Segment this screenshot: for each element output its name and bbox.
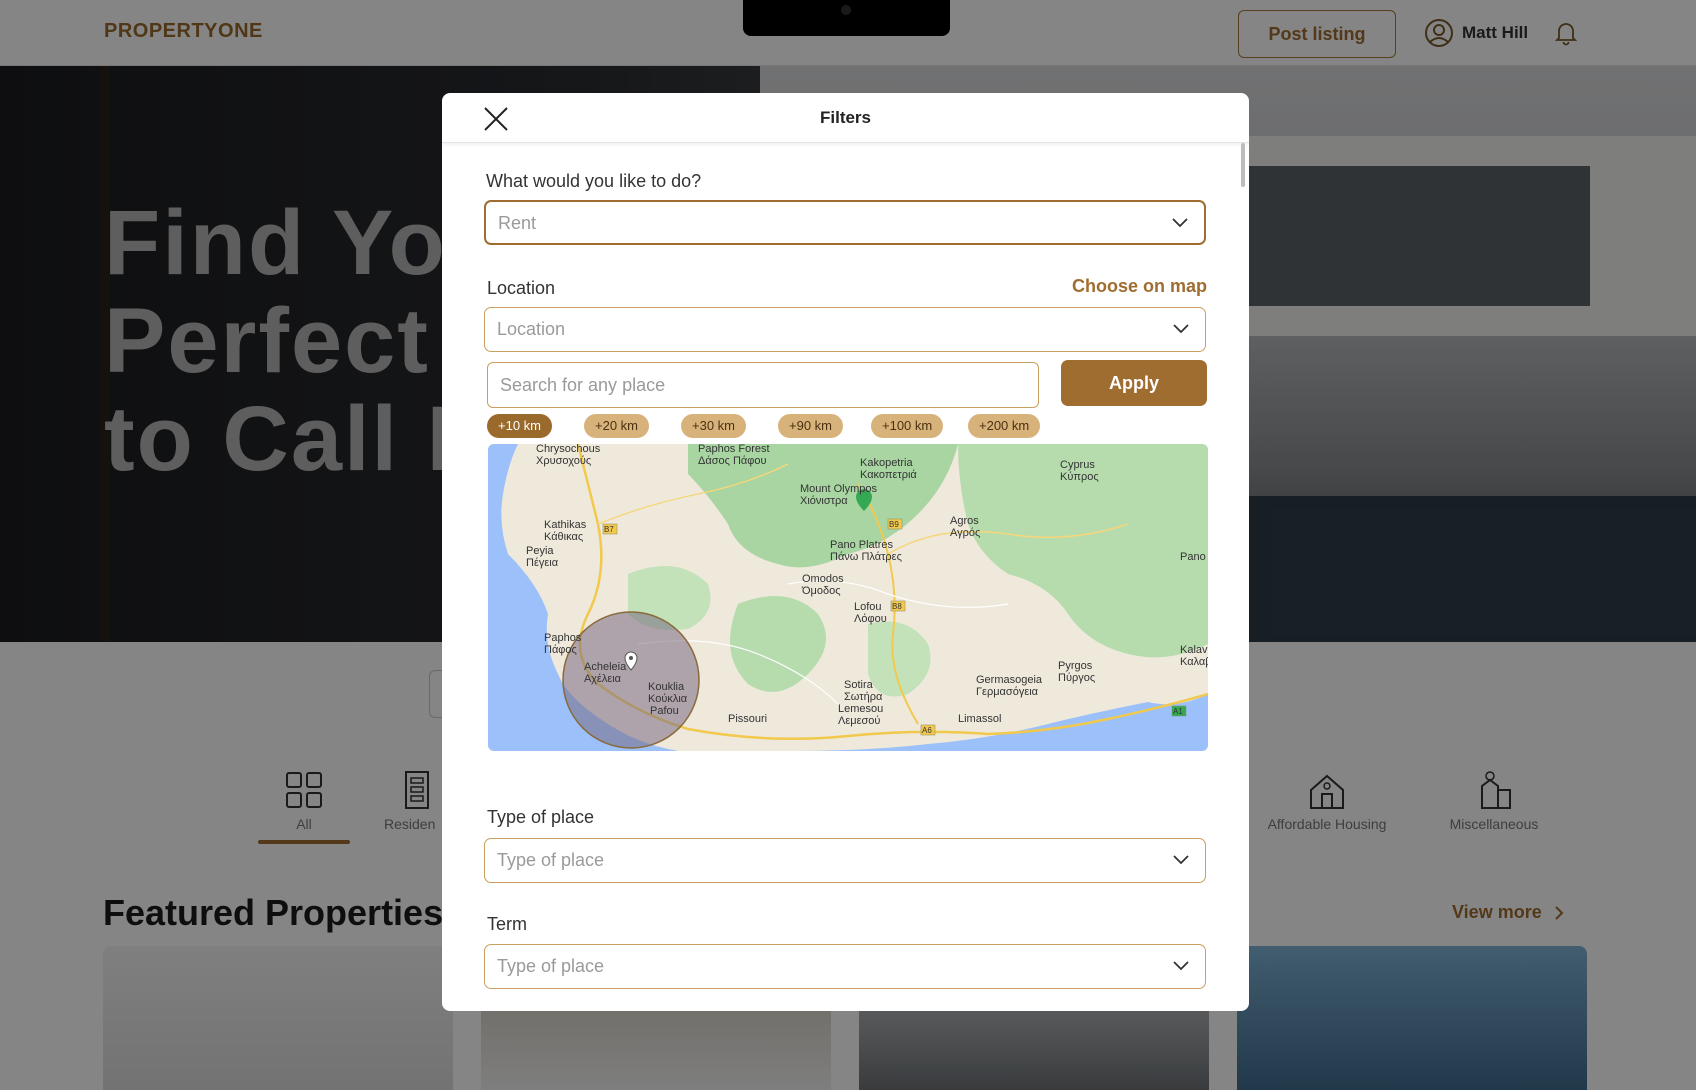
- map-place-label: Lemesou: [838, 703, 883, 715]
- map-place-sublabel: Πέγεια: [526, 557, 559, 569]
- map-place-label: Kakopetria: [860, 457, 913, 469]
- map-place-label: Pissouri: [728, 713, 767, 725]
- radius-chip-20[interactable]: +20 km: [584, 414, 649, 438]
- map-place-label: Germasogeia: [976, 674, 1043, 686]
- chevron-down-icon: [1173, 324, 1189, 334]
- action-select[interactable]: Rent: [484, 200, 1206, 245]
- location-label: Location: [487, 278, 556, 298]
- chevron-down-icon: [1173, 855, 1189, 865]
- map-place-label: Pafou: [650, 705, 679, 717]
- map-place-sublabel: Χιόνιστρα: [800, 495, 848, 507]
- place-search-input[interactable]: [487, 362, 1039, 408]
- map-place-sublabel: Κούκλια: [648, 693, 688, 705]
- map-place-label: Acheleia: [584, 661, 627, 673]
- map-place-sublabel: Λόφου: [854, 613, 887, 625]
- map-place-label: Kouklia: [648, 681, 685, 693]
- map-place-label: Paphos Forest: [698, 444, 770, 455]
- map-place-sublabel: Όμοδος: [801, 585, 841, 597]
- map-place-sublabel: Γερμασόγεια: [976, 686, 1039, 698]
- map-place-label: Paphos: [544, 632, 582, 644]
- filters-modal: Filters What would you like to do? Rent …: [442, 93, 1249, 1011]
- location-map[interactable]: B7 B9 B8 A6 A1 Kakopetria Κακοπετριά Mount Oly…: [488, 444, 1208, 751]
- map-place-label: Kalav: [1180, 644, 1208, 656]
- radius-chip-200[interactable]: +200 km: [968, 414, 1041, 438]
- map-place-label: Chrysochous: [536, 444, 601, 455]
- location-select-placeholder: Location: [497, 319, 566, 339]
- map-place-label: Lofou: [854, 601, 882, 613]
- road-shield-label: A6: [922, 726, 932, 735]
- map-place-sublabel: Αγρός: [950, 527, 980, 539]
- road-shield-label: B7: [604, 525, 614, 534]
- map-place-label: Cyprus: [1060, 459, 1095, 471]
- map-place-sublabel: Λεμεσού: [838, 715, 880, 727]
- radius-chip-30[interactable]: +30 km: [681, 414, 746, 438]
- map-place-label: Mount Olympos: [800, 483, 878, 495]
- map-place-label: Pano: [1180, 551, 1206, 563]
- term-label: Term: [487, 914, 527, 934]
- map-place-sublabel: Καλαβ: [1180, 656, 1208, 668]
- road-shield-label: B9: [889, 520, 899, 529]
- term-placeholder: Type of place: [497, 956, 605, 976]
- map-place-sublabel: Κύπρος: [1060, 471, 1099, 483]
- map-place-sublabel: Πάφος: [544, 644, 577, 656]
- map-place-label: Peyia: [526, 545, 554, 557]
- radius-chip-100[interactable]: +100 km: [871, 414, 944, 438]
- map-place-sublabel: Πύργος: [1058, 672, 1095, 684]
- map-place-label: Pano Platres: [830, 539, 893, 551]
- map-place-label: Sotira: [844, 679, 874, 691]
- apply-button[interactable]: Apply: [1061, 360, 1207, 406]
- map-place-sublabel: Αχέλεια: [584, 673, 622, 685]
- map-place-sublabel: Χρυσοχούς: [536, 455, 591, 467]
- road-shield-label: B8: [892, 602, 902, 611]
- map-place-sublabel: Δάσος Πάφου: [698, 455, 767, 467]
- map-place-label: Omodos: [802, 573, 844, 585]
- radius-chips: +10 km +20 km +30 km +90 km +100 km +200…: [487, 414, 1207, 438]
- choose-on-map-link[interactable]: Choose on map: [1072, 276, 1207, 297]
- chevron-down-icon: [1172, 218, 1188, 228]
- map-place-label: Limassol: [958, 713, 1001, 725]
- map-place-label: Kathikas: [544, 519, 587, 531]
- modal-scrollbar[interactable]: [1241, 143, 1245, 187]
- type-of-place-placeholder: Type of place: [497, 850, 605, 870]
- term-select[interactable]: Type of place: [484, 944, 1206, 989]
- modal-title: Filters: [819, 108, 872, 127]
- chevron-down-icon: [1173, 961, 1189, 971]
- map-place-sublabel: Κακοπετριά: [860, 469, 917, 481]
- map-place-sublabel: Πάνω Πλάτρες: [830, 551, 902, 563]
- type-of-place-label: Type of place: [487, 807, 595, 827]
- map-place-sublabel: Κάθικας: [544, 531, 583, 543]
- map-place-sublabel: Σωτήρα: [844, 691, 883, 703]
- location-select[interactable]: Location: [484, 307, 1206, 352]
- road-shield-label: A1: [1173, 707, 1183, 716]
- radius-chip-90[interactable]: +90 km: [778, 414, 843, 438]
- type-of-place-select[interactable]: Type of place: [484, 838, 1206, 883]
- radius-chip-10[interactable]: +10 km: [487, 414, 552, 438]
- action-label: What would you like to do?: [486, 171, 702, 191]
- map-place-label: Pyrgos: [1058, 660, 1093, 672]
- map-canvas[interactable]: B7 B9 B8 A6 A1 KakopetriaΚακοπετριά Mount Oly…: [488, 444, 1208, 751]
- map-place-label: Agros: [950, 515, 979, 527]
- modal-header: Filters: [442, 93, 1249, 143]
- action-select-value: Rent: [498, 213, 537, 233]
